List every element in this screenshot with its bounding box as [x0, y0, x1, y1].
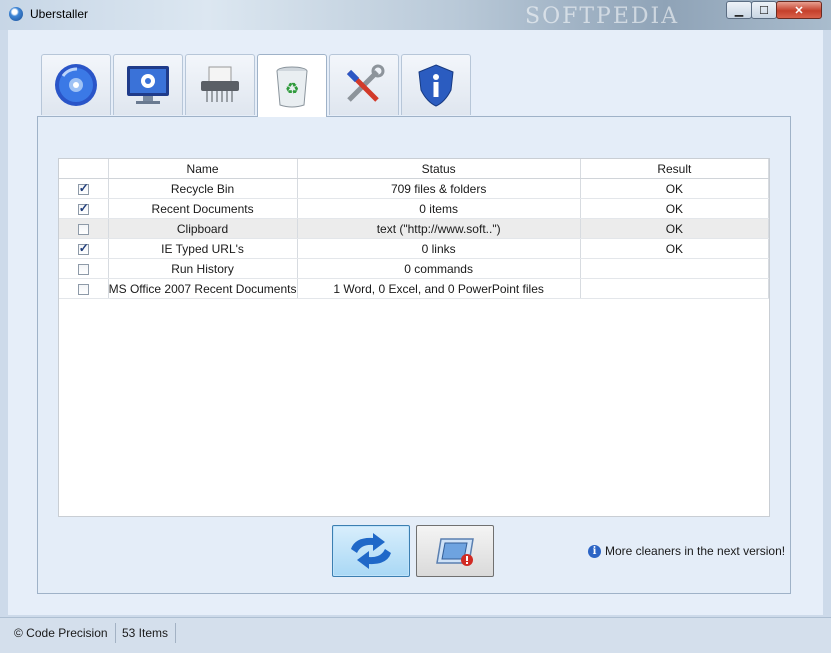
row-checkbox[interactable] — [77, 241, 89, 255]
row-name: Run History — [108, 258, 298, 279]
row-checkbox[interactable] — [77, 283, 89, 295]
row-status: 0 links — [297, 238, 581, 259]
window-title: Uberstaller — [30, 7, 89, 21]
clean-window-icon — [436, 538, 474, 566]
tools-icon — [346, 64, 385, 102]
row-name: MS Office 2007 Recent Documents — [108, 278, 298, 299]
table-row[interactable]: MS Office 2007 Recent Documents 1 Word, … — [59, 278, 770, 299]
tab-recycle[interactable]: ♻ — [257, 54, 327, 117]
minimize-icon: ▁ — [734, 4, 744, 17]
tab-tools[interactable] — [329, 54, 399, 115]
tab-about[interactable] — [401, 54, 471, 115]
svg-text:♻: ♻ — [285, 79, 299, 98]
refresh-button[interactable] — [332, 525, 410, 577]
info-text: More cleaners in the next version! — [605, 544, 786, 558]
row-status: 709 files & folders — [297, 178, 581, 199]
col-check[interactable] — [59, 159, 109, 179]
row-name: Clipboard — [108, 218, 298, 239]
app-window: Uberstaller SOFTPEDIA ▁ ☐ ✕ ♻ Name Statu… — [0, 0, 831, 653]
info-note: i More cleaners in the next version! — [588, 544, 785, 558]
table-row-selected[interactable]: Clipboard text ("http://www.soft..") OK — [59, 218, 770, 239]
row-checkbox-cell[interactable] — [59, 218, 109, 239]
title-bar[interactable]: Uberstaller SOFTPEDIA ▁ ☐ ✕ — [0, 0, 831, 30]
row-checkbox-cell[interactable] — [59, 258, 109, 279]
content-panel: Name Status Result Recycle Bin 709 files… — [37, 116, 791, 594]
row-result: OK — [580, 178, 770, 199]
recycle-bin-icon: ♻ — [276, 66, 308, 108]
row-result: OK — [580, 218, 770, 239]
row-status: 1 Word, 0 Excel, and 0 PowerPoint files — [297, 278, 581, 299]
row-status: text ("http://www.soft..") — [297, 218, 581, 239]
client-area: ♻ Name Status Result ✓ Recycle Bin 709 f… — [8, 30, 823, 615]
close-button[interactable]: ✕ — [776, 1, 822, 19]
row-name: Recent Documents — [108, 198, 298, 219]
info-shield-icon — [418, 64, 454, 107]
table-row[interactable]: Recent Documents 0 items OK — [59, 198, 770, 219]
row-checkbox-cell[interactable] — [59, 278, 109, 299]
maximize-button[interactable]: ☐ — [751, 1, 777, 19]
maximize-icon: ☐ — [759, 4, 769, 17]
row-status: 0 items — [297, 198, 581, 219]
row-checkbox-cell[interactable] — [59, 238, 109, 259]
row-checkbox[interactable] — [77, 181, 89, 195]
tab-system[interactable] — [113, 54, 183, 115]
table-row[interactable]: IE Typed URL's 0 links OK — [59, 238, 770, 259]
status-copyright: © Code Precision — [8, 623, 116, 643]
app-icon[interactable] — [9, 7, 23, 21]
col-status[interactable]: Status — [297, 159, 581, 179]
cd-disc-icon — [55, 64, 97, 106]
row-checkbox[interactable] — [77, 201, 89, 215]
row-checkbox[interactable] — [77, 223, 89, 235]
status-item-count: 53 Items — [116, 623, 176, 643]
tab-disc[interactable] — [41, 54, 111, 115]
cleaner-table[interactable]: Name Status Result Recycle Bin 709 files… — [58, 158, 770, 517]
row-result — [580, 258, 770, 279]
table-row[interactable]: Run History 0 commands — [59, 258, 770, 279]
row-name: Recycle Bin — [108, 178, 298, 199]
info-icon: i — [588, 544, 601, 558]
clean-button[interactable] — [416, 525, 494, 577]
table-row[interactable]: Recycle Bin 709 files & folders OK — [59, 178, 770, 199]
col-name[interactable]: Name — [108, 159, 298, 179]
monitor-settings-icon — [127, 66, 169, 104]
col-result[interactable]: Result — [580, 159, 770, 179]
tab-shredder[interactable] — [185, 54, 255, 115]
status-bar: © Code Precision 53 Items — [0, 617, 831, 653]
watermark: SOFTPEDIA — [525, 4, 680, 29]
row-status: 0 commands — [297, 258, 581, 279]
row-name: IE Typed URL's — [108, 238, 298, 259]
row-result: OK — [580, 238, 770, 259]
row-checkbox[interactable] — [77, 263, 89, 275]
row-checkbox-cell[interactable] — [59, 198, 109, 219]
row-checkbox-cell[interactable] — [59, 178, 109, 199]
close-icon: ✕ — [794, 4, 804, 17]
row-result — [580, 278, 770, 299]
shredder-icon — [201, 66, 239, 102]
minimize-button[interactable]: ▁ — [726, 1, 752, 19]
table-header-row: Name Status Result — [59, 159, 770, 179]
row-result: OK — [580, 198, 770, 219]
refresh-arrows-icon — [351, 533, 391, 569]
